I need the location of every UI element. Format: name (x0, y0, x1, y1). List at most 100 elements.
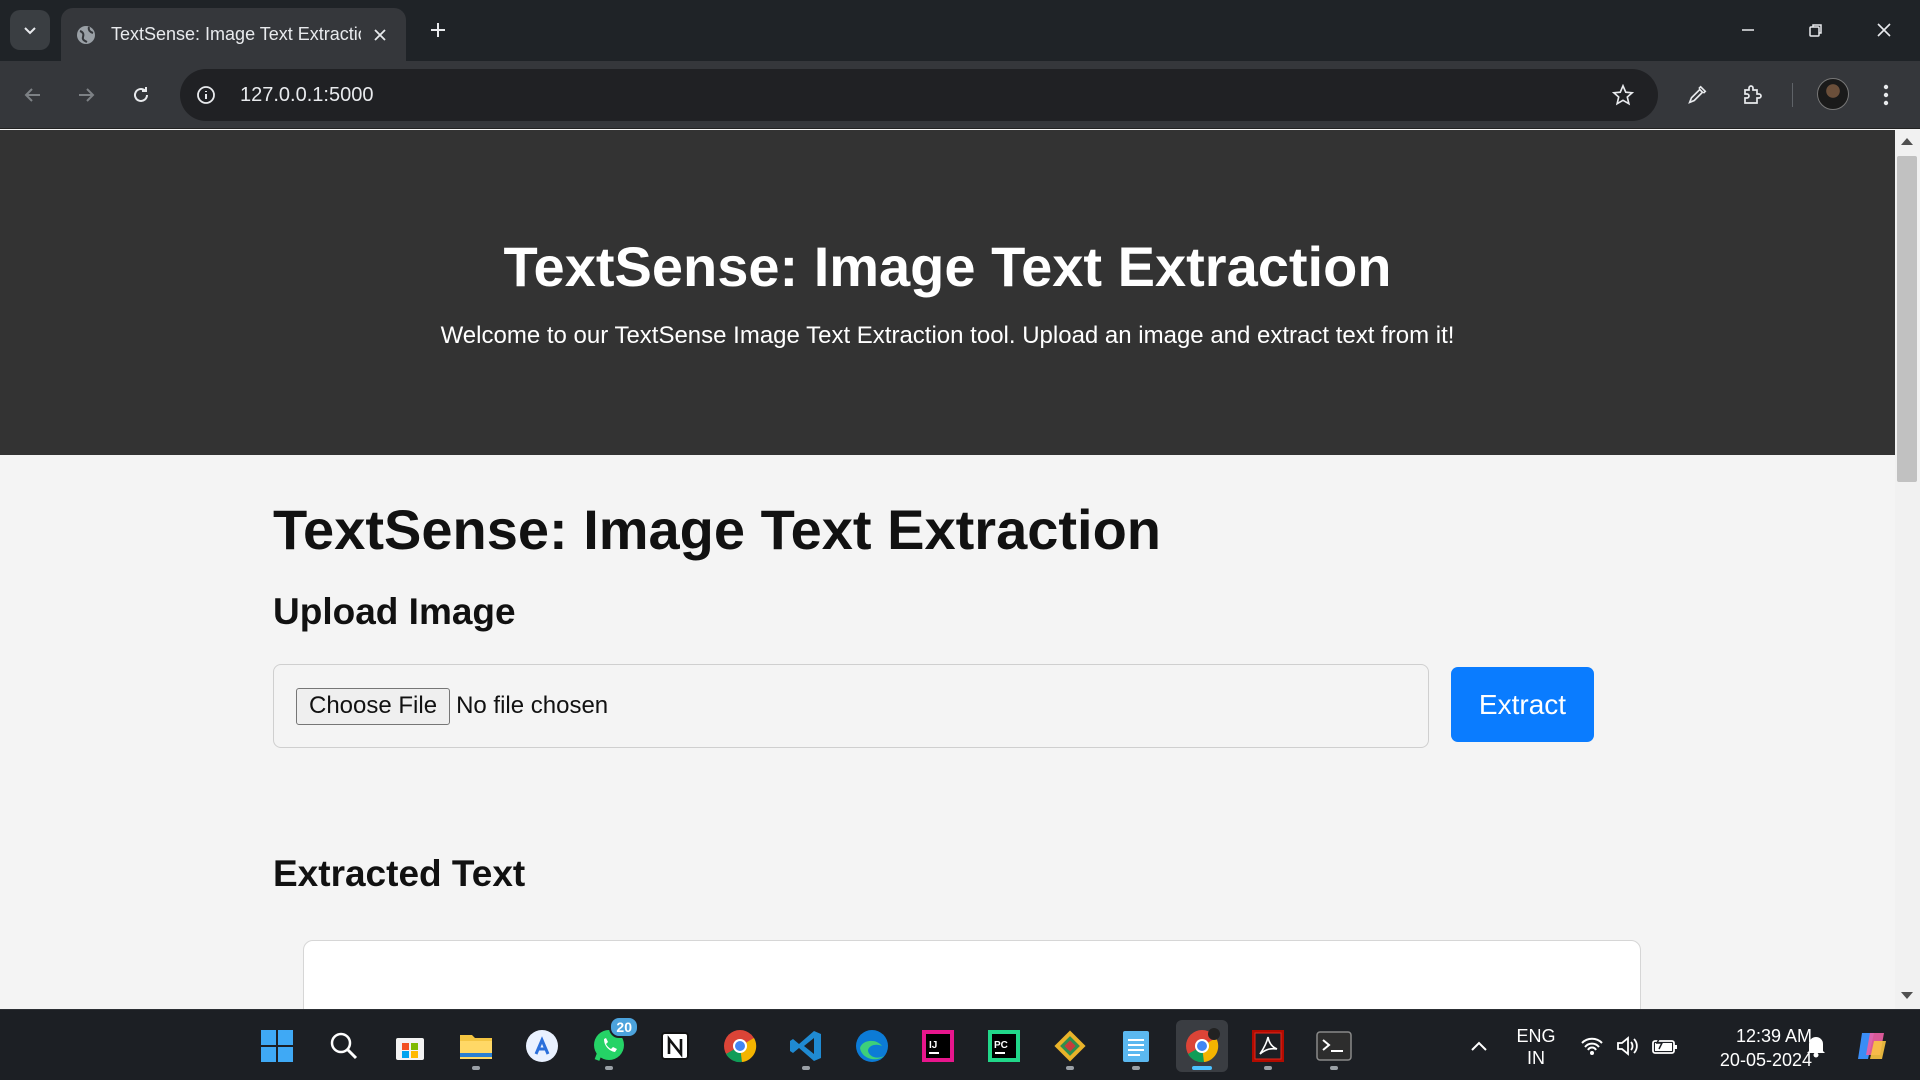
taskbar-app-store[interactable] (384, 1020, 436, 1072)
file-status-text: No file chosen (456, 692, 609, 719)
taskbar-notion[interactable] (649, 1020, 701, 1072)
wifi-icon[interactable] (1578, 1032, 1606, 1060)
page-viewport: TextSense: Image Text Extraction Welcome… (0, 130, 1895, 1009)
windows-taskbar: 20 IJ PC ENG IN 12:39 AM 20-05-2024 (0, 1009, 1920, 1080)
back-button[interactable] (15, 77, 51, 113)
extracted-text-heading: Extracted Text (273, 853, 526, 894)
extract-button[interactable]: Extract (1451, 667, 1594, 742)
taskbar-git[interactable] (1044, 1020, 1096, 1072)
more-vertical-icon (1883, 84, 1889, 106)
extracted-text-output[interactable] (303, 940, 1641, 1009)
taskbar-pycharm[interactable]: PC (978, 1020, 1030, 1072)
taskbar-acrobat[interactable] (1242, 1020, 1294, 1072)
windows-logo-icon (261, 1030, 293, 1062)
reload-icon (134, 87, 148, 102)
url-text[interactable]: 127.0.0.1:5000 (240, 84, 373, 107)
language-code: ENG (1516, 1026, 1556, 1046)
terminal-icon (1316, 1031, 1352, 1061)
running-indicator (472, 1066, 480, 1070)
browser-menu-button[interactable] (1868, 77, 1904, 113)
notepad-icon (1123, 1031, 1149, 1062)
taskbar-whatsapp[interactable]: 20 (583, 1016, 639, 1072)
microsoft-store-icon (396, 1038, 424, 1060)
chevron-up-icon (1471, 1041, 1487, 1051)
new-tab-button[interactable] (422, 14, 454, 46)
site-info-icon[interactable] (182, 71, 230, 119)
app-store-icon (526, 1030, 558, 1062)
running-indicator (1132, 1066, 1140, 1070)
svg-text:IJ: IJ (929, 1040, 937, 1051)
forward-button[interactable] (68, 77, 104, 113)
choose-file-button[interactable]: Choose File (296, 687, 451, 725)
show-hidden-icons-button[interactable] (1465, 1032, 1493, 1060)
chevron-down-icon (24, 27, 36, 35)
bookmark-star-icon[interactable] (1608, 80, 1638, 110)
address-bar[interactable]: 127.0.0.1:5000 (180, 69, 1658, 121)
running-indicator (802, 1066, 810, 1070)
search-icon (330, 1032, 358, 1060)
taskbar-file-explorer[interactable] (450, 1020, 502, 1072)
taskbar-chrome-active[interactable] (1176, 1020, 1228, 1072)
globe-icon (75, 24, 97, 46)
page-header: TextSense: Image Text Extraction Welcome… (0, 130, 1895, 455)
taskbar-edge[interactable] (846, 1020, 898, 1072)
intellij-icon: IJ (922, 1030, 954, 1062)
chrome-icon (724, 1030, 757, 1063)
scroll-down-arrow-icon[interactable] (1901, 992, 1913, 999)
copilot-icon[interactable] (1852, 1028, 1892, 1064)
tab-title: TextSense: Image Text Extraction (111, 24, 361, 44)
upload-heading: Upload Image (273, 591, 516, 632)
browser-toolbar: 127.0.0.1:5000 (0, 61, 1920, 129)
running-indicator (1330, 1066, 1338, 1070)
browser-tab[interactable]: TextSense: Image Text Extraction (61, 8, 406, 61)
notification-bell-icon[interactable] (1802, 1032, 1830, 1060)
battery-icon[interactable] (1650, 1032, 1680, 1060)
acrobat-icon (1252, 1030, 1284, 1062)
extensions-puzzle-icon[interactable] (1734, 77, 1770, 113)
eyedropper-extension-icon[interactable] (1679, 77, 1715, 113)
region-code: IN (1527, 1048, 1545, 1068)
running-indicator (605, 1066, 613, 1070)
browser-tab-bar: TextSense: Image Text Extraction (0, 0, 1920, 61)
restore-icon (1809, 24, 1822, 37)
volume-icon[interactable] (1614, 1032, 1642, 1060)
close-tab-icon[interactable] (368, 23, 392, 47)
clock-date: 20-05-2024 (1719, 1050, 1812, 1070)
header-title: TextSense: Image Text Extraction (503, 235, 1392, 298)
profile-avatar[interactable] (1817, 78, 1849, 110)
start-button[interactable] (251, 1020, 303, 1072)
running-indicator (1066, 1066, 1074, 1070)
language-indicator[interactable]: ENG IN (1512, 1025, 1560, 1069)
taskbar-vscode[interactable] (780, 1020, 832, 1072)
chrome-icon (1186, 1028, 1220, 1063)
pycharm-icon: PC (988, 1030, 1020, 1062)
taskbar-terminal[interactable] (1308, 1020, 1360, 1072)
svg-text:PC: PC (994, 1040, 1008, 1051)
minimize-button[interactable] (1724, 12, 1772, 48)
edge-icon (856, 1030, 888, 1062)
clock-time: 12:39 AM (1735, 1026, 1812, 1046)
system-clock[interactable]: 12:39 AM 20-05-2024 (1692, 1024, 1812, 1072)
page-scrollbar[interactable] (1895, 130, 1920, 1009)
plus-icon (431, 23, 445, 37)
header-subtitle: Welcome to our TextSense Image Text Extr… (440, 322, 1455, 349)
page-title: TextSense: Image Text Extraction (273, 498, 1161, 561)
taskbar-chrome[interactable] (714, 1020, 766, 1072)
tab-search-button[interactable] (10, 10, 50, 50)
notion-icon (661, 1032, 689, 1060)
arrow-right-icon (79, 88, 95, 102)
scroll-up-arrow-icon[interactable] (1901, 138, 1913, 145)
restore-button[interactable] (1792, 12, 1840, 48)
taskbar-intellij[interactable]: IJ (912, 1020, 964, 1072)
running-indicator (1192, 1066, 1212, 1070)
vscode-icon (790, 1031, 821, 1061)
taskbar-app-a[interactable] (516, 1020, 568, 1072)
close-icon (1877, 23, 1891, 37)
scrollbar-thumb[interactable] (1897, 156, 1917, 482)
reload-button[interactable] (123, 77, 159, 113)
taskbar-notepad[interactable] (1110, 1020, 1162, 1072)
arrow-left-icon (24, 88, 40, 102)
taskbar-search-button[interactable] (318, 1020, 370, 1072)
running-indicator (1264, 1066, 1272, 1070)
close-window-button[interactable] (1860, 12, 1908, 48)
